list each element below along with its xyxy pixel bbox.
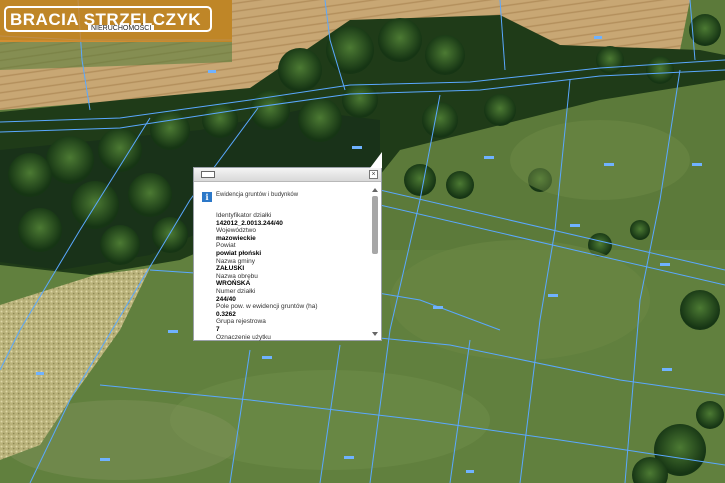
- attr-value: 244/40: [216, 295, 236, 303]
- attr-value: 0.3262: [216, 310, 236, 318]
- attr-row: Grupa rejestrowa 7: [216, 318, 366, 333]
- attr-row: Identyfikator działki 142012_2.0013.244/4…: [216, 212, 366, 227]
- popup-scrollbar[interactable]: [372, 188, 379, 338]
- attr-value: WROŃSKA: [216, 280, 251, 288]
- attr-value: ZAŁUSKI: [216, 265, 245, 273]
- attr-row: Oznaczenie użytku: [216, 334, 366, 342]
- attr-row: Województwo mazowieckie: [216, 227, 366, 242]
- attr-label: Pole pow. w ewidencji gruntów (ha): [216, 303, 318, 311]
- info-icon: i: [202, 192, 212, 202]
- meadow-patch: [390, 240, 650, 360]
- attr-label: Województwo: [216, 227, 256, 235]
- attr-label: Identyfikator działki: [216, 212, 272, 219]
- scroll-up-icon[interactable]: [372, 188, 378, 192]
- maximize-icon[interactable]: [201, 171, 215, 178]
- attr-value: 142012_2.0013.244/40: [216, 219, 283, 227]
- feature-info-popup: × i Ewidencja gruntów i budynków Identyf…: [193, 152, 382, 341]
- close-icon[interactable]: ×: [369, 170, 378, 179]
- attr-value: mazowieckie: [216, 234, 256, 242]
- attr-label: Grupa rejestrowa: [216, 318, 266, 326]
- attr-row: Numer działki 244/40: [216, 288, 366, 303]
- attr-row: Pole pow. w ewidencji gruntów (ha) 0.3262: [216, 303, 366, 318]
- attr-value: powiat płoński: [216, 249, 262, 257]
- scroll-down-icon[interactable]: [372, 332, 378, 336]
- popup-pointer: [370, 152, 382, 168]
- attr-label: Numer działki: [216, 287, 256, 295]
- logo-subtitle: NIERUCHOMOŚCI: [88, 25, 155, 32]
- popup-titlebar: ×: [194, 168, 381, 182]
- attr-row: Powiat powiat płoński: [216, 242, 366, 257]
- company-logo: BRACIA STRZELCZYK NIERUCHOMOŚCI: [0, 0, 232, 42]
- attr-row: Nazwa gminy ZAŁUSKI: [216, 258, 366, 273]
- attr-label: Nazwa gminy: [216, 257, 256, 265]
- meadow-patch: [510, 120, 690, 200]
- attr-row: Nazwa obrębu WROŃSKA: [216, 273, 366, 288]
- popup-title: Ewidencja gruntów i budynków: [216, 192, 299, 198]
- attr-label: Powiat: [216, 242, 236, 250]
- attr-label: Oznaczenie użytku: [216, 333, 271, 341]
- popup-content[interactable]: Identyfikator działki 142012_2.0013.244/4…: [216, 212, 366, 341]
- scroll-thumb[interactable]: [372, 196, 378, 254]
- attr-value: 7: [216, 325, 220, 333]
